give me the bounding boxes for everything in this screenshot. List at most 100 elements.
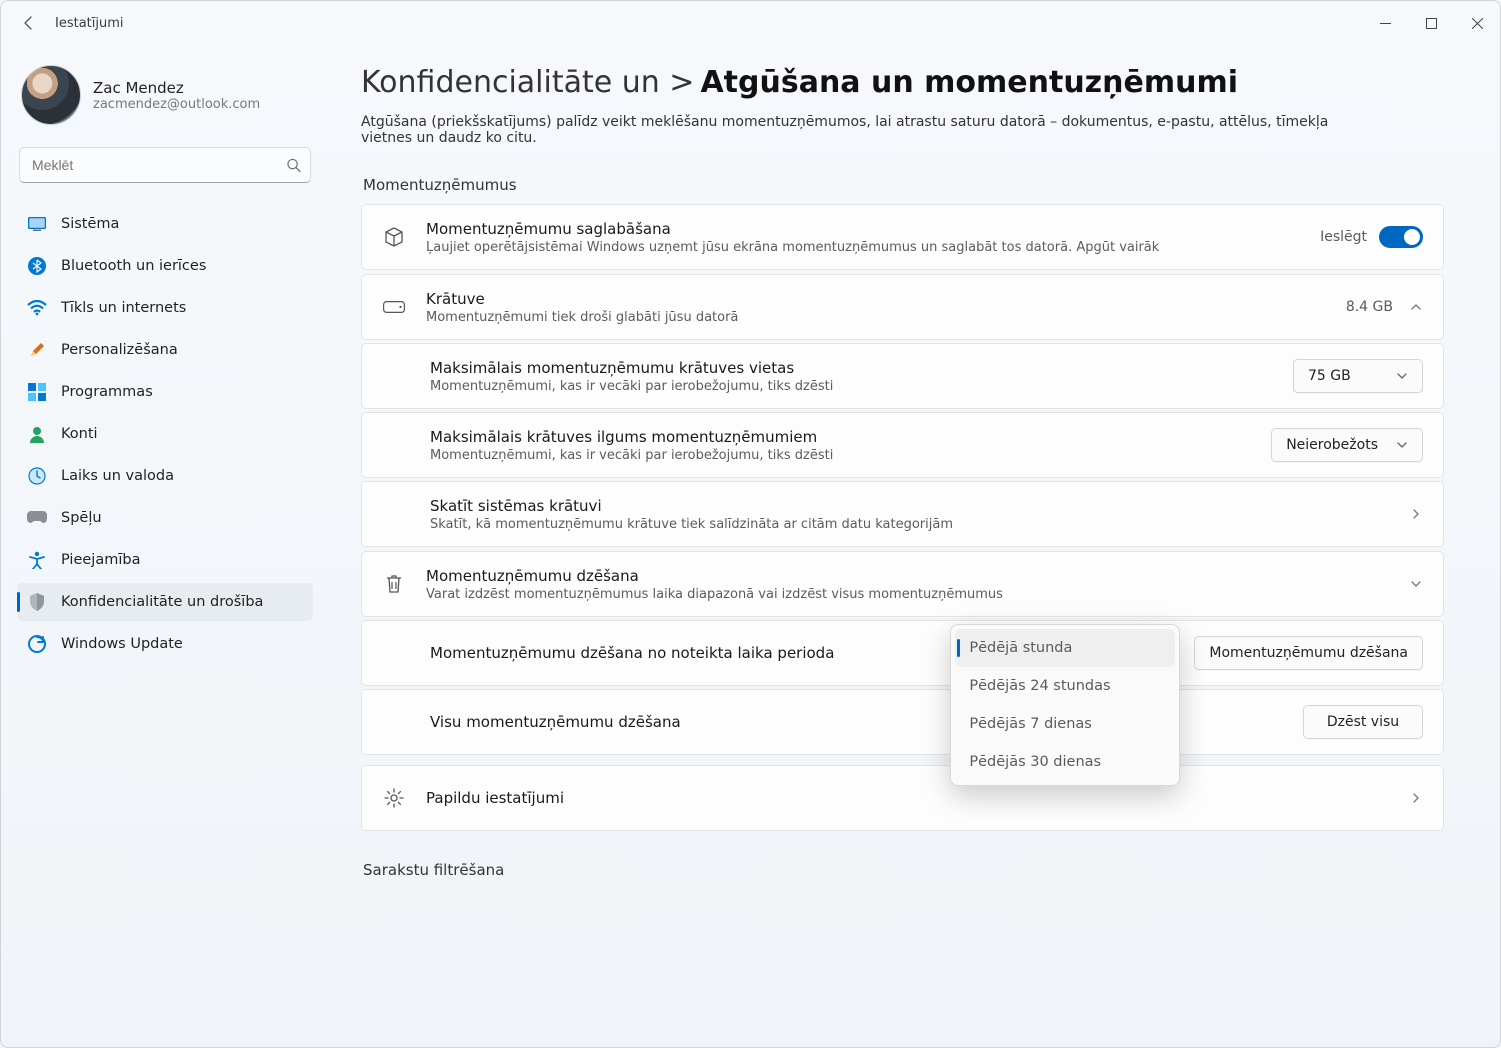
- sidebar-item-label: Pieejamība: [61, 552, 140, 568]
- card-title: Maksimālais krātuves ilgums momentuzņēmu…: [430, 428, 1251, 446]
- toggle-state-label: Ieslēgt: [1320, 229, 1367, 245]
- select-value: 75 GB: [1308, 368, 1351, 384]
- sidebar-item-accounts[interactable]: Konti: [17, 415, 313, 453]
- minimize-button[interactable]: [1362, 7, 1408, 39]
- avatar: [21, 65, 81, 125]
- sidebar-item-label: Sistēma: [61, 216, 119, 232]
- chevron-up-icon: [1409, 300, 1423, 314]
- sidebar-item-label: Laiks un valoda: [61, 468, 174, 484]
- toggle-save-snapshots[interactable]: Ieslēgt: [1320, 226, 1423, 248]
- profile-block[interactable]: Zac Mendez zacmendez@outlook.com: [17, 61, 313, 143]
- settings-window: Iestatījumi Zac Mendez zacmendez@outlook…: [0, 0, 1501, 1048]
- section-snapshots-label: Momentuzņēmumus: [363, 176, 1444, 194]
- arrow-left-icon: [21, 15, 37, 31]
- card-subtitle: Ļaujiet operētājsistēmai Windows uzņemt …: [426, 240, 1300, 255]
- chevron-right-icon: [1409, 507, 1423, 521]
- main-content: Konfidencialitāte un > Atgūšana un momen…: [321, 45, 1500, 1047]
- sidebar-item-privacy[interactable]: Konfidencialitāte un drošība: [17, 583, 313, 621]
- shield-icon: [27, 592, 47, 612]
- card-save-snapshots: Momentuzņēmumu saglabāšana Ļaujiet operē…: [361, 204, 1444, 270]
- search-input[interactable]: [19, 147, 311, 183]
- window-controls: [1362, 7, 1500, 39]
- update-icon: [27, 634, 47, 654]
- card-view-storage[interactable]: Skatīt sistēmas krātuvi Skatīt, kā momen…: [361, 481, 1444, 547]
- card-storage[interactable]: Krātuve Momentuzņēmumi tiek droši glabāt…: [361, 274, 1444, 340]
- search-icon: [286, 158, 301, 173]
- card-title: Krātuve: [426, 290, 1326, 308]
- maximize-button[interactable]: [1408, 7, 1454, 39]
- card-title: Maksimālais momentuzņēmumu krātuves viet…: [430, 359, 1273, 377]
- sidebar-item-network[interactable]: Tīkls un internets: [17, 289, 313, 327]
- close-button[interactable]: [1454, 7, 1500, 39]
- card-delete-snapshots[interactable]: Momentuzņēmumu dzēšana Varat izdzēst mom…: [361, 551, 1444, 617]
- storage-used-value: 8.4 GB: [1346, 299, 1393, 315]
- dropdown-option[interactable]: Pēdējā stunda: [955, 629, 1175, 667]
- gear-icon: [382, 787, 406, 809]
- search-box[interactable]: [19, 147, 311, 183]
- sidebar-item-personalization[interactable]: Personalizēšana: [17, 331, 313, 369]
- card-title: Skatīt sistēmas krātuvi: [430, 497, 1389, 515]
- sidebar-item-time-language[interactable]: Laiks un valoda: [17, 457, 313, 495]
- sidebar-item-label: Tīkls un internets: [61, 300, 186, 316]
- bluetooth-icon: [27, 256, 47, 276]
- dropdown-option[interactable]: Pēdējās 7 dienas: [955, 705, 1175, 743]
- card-delete-range: Momentuzņēmumu dzēšana no noteikta laika…: [361, 620, 1444, 686]
- card-subtitle: Varat izdzēst momentuzņēmumus laika diap…: [426, 587, 1389, 602]
- chevron-right-icon: [1409, 791, 1423, 805]
- accessibility-icon: [27, 550, 47, 570]
- sidebar-item-accessibility[interactable]: Pieejamība: [17, 541, 313, 579]
- system-icon: [27, 214, 47, 234]
- back-button[interactable]: [13, 7, 45, 39]
- dropdown-option[interactable]: Pēdējās 30 dienas: [955, 743, 1175, 781]
- clock-icon: [27, 466, 47, 486]
- cube-icon: [382, 226, 406, 248]
- delete-range-button[interactable]: Momentuzņēmumu dzēšana: [1194, 636, 1423, 670]
- select-max-duration[interactable]: Neierobežots: [1271, 428, 1423, 462]
- sidebar-item-label: Personalizēšana: [61, 342, 178, 358]
- minimize-icon: [1380, 18, 1391, 29]
- brush-icon: [27, 340, 47, 360]
- card-subtitle: Momentuzņēmumi, kas ir vecāki par ierobe…: [430, 379, 1273, 394]
- sidebar-item-windows-update[interactable]: Windows Update: [17, 625, 313, 663]
- chevron-down-icon: [1396, 439, 1408, 451]
- select-value: Neierobežots: [1286, 437, 1378, 453]
- card-max-space: Maksimālais momentuzņēmumu krātuves viet…: [361, 343, 1444, 409]
- sidebar-item-apps[interactable]: Programmas: [17, 373, 313, 411]
- window-title: Iestatījumi: [55, 16, 124, 31]
- sidebar-item-label: Konfidencialitāte un drošība: [61, 594, 263, 610]
- apps-icon: [27, 382, 47, 402]
- card-max-duration: Maksimālais krātuves ilgums momentuzņēmu…: [361, 412, 1444, 478]
- card-title: Momentuzņēmumu dzēšana no noteikta laika…: [430, 644, 930, 662]
- profile-email: zacmendez@outlook.com: [93, 97, 260, 112]
- breadcrumb: Konfidencialitāte un > Atgūšana un momen…: [361, 65, 1444, 100]
- page-description: Atgūšana (priekšskatījums) palīdz veikt …: [361, 114, 1361, 146]
- sidebar-item-system[interactable]: Sistēma: [17, 205, 313, 243]
- sidebar-item-label: Konti: [61, 426, 98, 442]
- chevron-down-icon: [1396, 370, 1408, 382]
- drive-icon: [382, 301, 406, 313]
- sidebar-item-label: Programmas: [61, 384, 153, 400]
- toggle-switch-on[interactable]: [1379, 226, 1423, 248]
- chevron-down-icon: [1409, 577, 1423, 591]
- breadcrumb-category[interactable]: Konfidencialitāte un >: [361, 65, 694, 100]
- card-advanced-settings[interactable]: Papildu iestatījumi: [361, 765, 1444, 831]
- person-icon: [27, 424, 47, 444]
- select-max-space[interactable]: 75 GB: [1293, 359, 1423, 393]
- card-title: Momentuzņēmumu dzēšana: [426, 567, 1389, 585]
- trash-icon: [382, 573, 406, 595]
- sidebar-item-label: Windows Update: [61, 636, 183, 652]
- sidebar-item-bluetooth[interactable]: Bluetooth un ierīces: [17, 247, 313, 285]
- dropdown-time-range[interactable]: Pēdējā stunda Pēdējās 24 stundas Pēdējās…: [950, 624, 1180, 786]
- card-title: Momentuzņēmumu saglabāšana: [426, 220, 1300, 238]
- dropdown-option[interactable]: Pēdējās 24 stundas: [955, 667, 1175, 705]
- page-title: Atgūšana un momentuzņēmumi: [700, 65, 1238, 100]
- sidebar-item-label: Spēļu: [61, 510, 102, 526]
- profile-name: Zac Mendez: [93, 79, 260, 97]
- card-subtitle: Momentuzņēmumi tiek droši glabāti jūsu d…: [426, 310, 1326, 325]
- maximize-icon: [1426, 18, 1437, 29]
- card-subtitle: Momentuzņēmumi, kas ir vecāki par ierobe…: [430, 448, 1251, 463]
- sidebar-item-label: Bluetooth un ierīces: [61, 258, 206, 274]
- delete-all-button[interactable]: Dzēst visu: [1303, 705, 1423, 739]
- card-delete-all: Visu momentuzņēmumu dzēšana Dzēst visu: [361, 689, 1444, 755]
- sidebar-item-gaming[interactable]: Spēļu: [17, 499, 313, 537]
